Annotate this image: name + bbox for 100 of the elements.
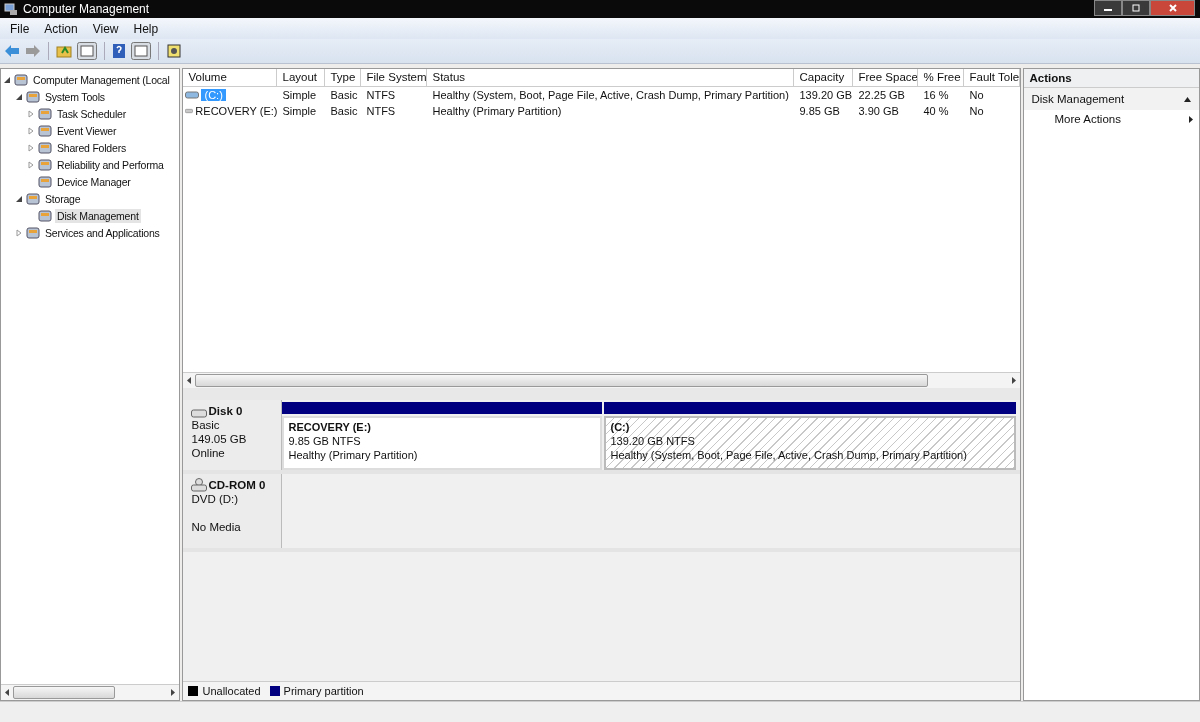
collapse-arrow-icon[interactable]: [3, 75, 11, 84]
close-button[interactable]: [1150, 0, 1195, 16]
scroll-left-icon[interactable]: [187, 377, 192, 384]
legend-label: Unallocated: [202, 685, 261, 697]
table-cell: 22.25 GB: [858, 89, 905, 101]
table-cell: 139.20 GB: [799, 89, 853, 101]
table-cell: (C:): [201, 89, 226, 101]
partition-name: (C:): [610, 420, 631, 434]
app-icon: [4, 2, 18, 16]
expand-arrow-icon[interactable]: [15, 228, 23, 237]
pane-toggle-icon[interactable]: [77, 42, 97, 60]
collapse-arrow-icon[interactable]: [15, 92, 23, 101]
column-header[interactable]: % Free: [918, 69, 965, 86]
table-cell: 9.85 GB: [799, 105, 840, 117]
tree-item[interactable]: Disk Management: [55, 208, 141, 223]
tree-node-icon: [25, 224, 41, 241]
menu-item[interactable]: File: [10, 21, 30, 36]
table-cell: NTFS: [366, 89, 396, 101]
disk-info: No Media: [191, 520, 242, 534]
disk-info: Basic: [191, 418, 221, 432]
tree-node-icon: [37, 156, 53, 173]
drive-icon: [185, 107, 194, 115]
tree-node-icon: [37, 122, 53, 139]
volume-row[interactable]: RECOVERY (E:) Simple Basic NTFS Healthy (Primary Partition) 9.85 GB 3.90 GB 40 % No: [183, 103, 1021, 119]
table-cell: Healthy (Primary Partition): [432, 105, 562, 117]
table-cell: 3.90 GB: [858, 105, 899, 117]
column-header[interactable]: Type: [325, 69, 362, 86]
tree-item[interactable]: Task Scheduler: [55, 106, 128, 121]
partition-size: 9.85 GB NTFS: [288, 434, 362, 448]
column-header[interactable]: Volume: [183, 69, 278, 86]
tree-item[interactable]: Reliability and Performa: [55, 157, 166, 172]
tree-node-icon: [37, 207, 53, 224]
table-cell: No: [969, 105, 984, 117]
scroll-left-icon[interactable]: [5, 689, 9, 696]
cd-drive-icon: [191, 478, 208, 492]
close-icon: [1167, 4, 1178, 12]
table-cell: Simple: [282, 105, 317, 117]
expand-arrow-icon[interactable]: [27, 126, 35, 135]
column-header[interactable]: Capacity: [794, 69, 854, 86]
table-cell: 16 %: [923, 89, 949, 101]
menu-item[interactable]: Help: [133, 21, 159, 36]
table-cell: No: [969, 89, 984, 101]
expand-arrow-icon[interactable]: [27, 109, 35, 118]
table-cell: Simple: [282, 89, 317, 101]
tree-item[interactable]: System Tools: [43, 89, 107, 104]
action-link[interactable]: More Actions: [1024, 110, 1199, 128]
tree-item[interactable]: Event Viewer: [55, 123, 119, 138]
forward-arrow-icon[interactable]: [25, 44, 41, 58]
maximize-button[interactable]: [1122, 0, 1150, 16]
folder-up-icon[interactable]: [56, 43, 72, 59]
scroll-right-icon[interactable]: [171, 689, 176, 696]
tree-node-icon: [37, 139, 53, 156]
collapse-arrow-icon[interactable]: [15, 194, 23, 203]
tree-node-icon: [25, 88, 41, 105]
column-header[interactable]: Status: [427, 69, 795, 86]
tree-node-icon: [13, 71, 29, 88]
pane-toggle-icon[interactable]: [131, 42, 151, 60]
tree-node-icon: [37, 105, 53, 122]
expand-arrow-icon[interactable]: [27, 143, 35, 152]
column-header[interactable]: Layout: [277, 69, 326, 86]
tree-node-icon: [25, 190, 41, 207]
tree-item[interactable]: Device Manager: [55, 174, 133, 189]
submenu-arrow-icon: [1189, 115, 1193, 123]
tree-item[interactable]: Storage: [43, 191, 83, 206]
horizontal-scrollbar[interactable]: [1, 684, 180, 700]
partition-status: Healthy (Primary Partition): [288, 448, 419, 462]
tree-node-icon: [37, 173, 53, 190]
back-arrow-icon[interactable]: [4, 44, 20, 58]
disk-info: 149.05 GB: [191, 432, 248, 446]
disk-info: Online: [191, 446, 226, 460]
window-title: Computer Management: [23, 2, 150, 16]
tree-item[interactable]: Services and Applications: [43, 225, 162, 240]
horizontal-scrollbar[interactable]: [183, 372, 1021, 388]
partition-size: 139.20 GB NTFS: [610, 434, 696, 448]
column-header[interactable]: Fault Tole: [964, 69, 1021, 86]
minimize-button[interactable]: [1094, 0, 1122, 16]
properties-icon[interactable]: [166, 43, 182, 59]
expand-arrow-icon[interactable]: [27, 160, 35, 169]
table-cell: Healthy (System, Boot, Page File, Active, Crash Dump, Primary Partition): [432, 89, 789, 101]
table-cell: Basic: [330, 105, 358, 117]
table-cell: Basic: [330, 89, 358, 101]
tree-item[interactable]: Shared Folders: [55, 140, 128, 155]
volume-row[interactable]: (C:) Simple Basic NTFS Healthy (System, Boot, Page File, Active, Crash Dump, Primary Partition) 139.20 GB 22.25 GB 16 % No: [183, 87, 1021, 103]
collapse-arrow-icon[interactable]: [1184, 96, 1191, 102]
table-cell: NTFS: [366, 105, 396, 117]
actions-header: Actions: [1024, 69, 1199, 88]
column-header[interactable]: Free Space: [853, 69, 919, 86]
scroll-right-icon[interactable]: [1012, 377, 1017, 384]
help-icon[interactable]: [112, 43, 126, 59]
drive-icon: [185, 91, 200, 99]
column-header[interactable]: File System: [361, 69, 428, 86]
menu-item[interactable]: Action: [44, 21, 78, 36]
menu-item[interactable]: View: [92, 21, 119, 36]
restore-icon: [1131, 4, 1141, 12]
tree-item[interactable]: Computer Management (Local: [31, 72, 172, 87]
partition-status: Healthy (System, Boot, Page File, Active, Crash Dump, Primary Partition): [610, 448, 968, 462]
table-cell: RECOVERY (E:): [195, 105, 278, 117]
actions-section[interactable]: Disk Management: [1024, 88, 1199, 110]
legend-label: Primary partition: [283, 685, 364, 697]
partition-name: RECOVERY (E:): [288, 420, 372, 434]
